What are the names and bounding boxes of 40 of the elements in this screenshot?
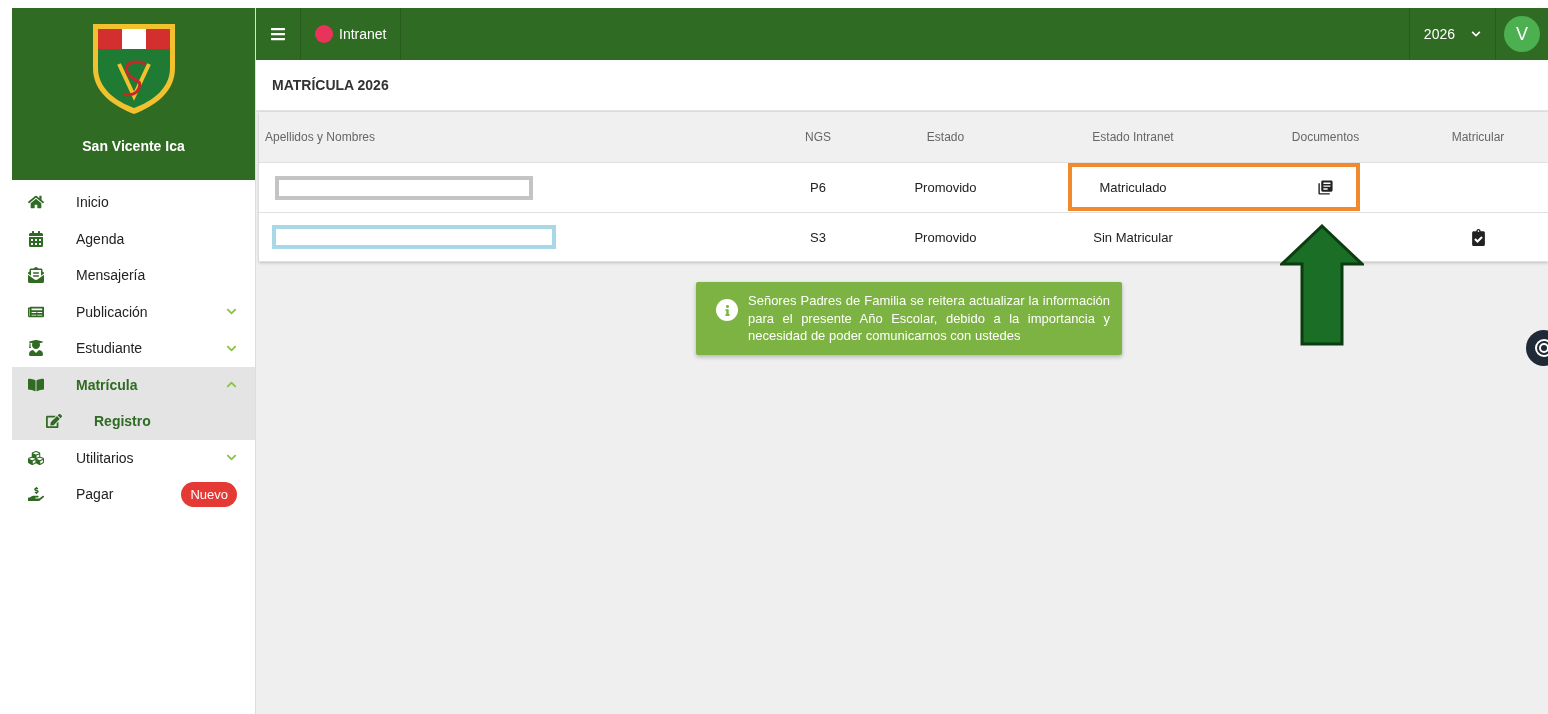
table-cell: Matriculado — [1099, 180, 1167, 195]
table-cell: Sin Matricular — [1093, 229, 1173, 245]
menu-item[interactable]: Matrícula — [12, 366, 255, 403]
column-header: NGS — [805, 130, 831, 144]
table-cell: Promovido — [914, 229, 977, 245]
menu-item[interactable]: Mensajería — [12, 257, 255, 294]
chevron-icon — [1471, 29, 1481, 39]
column-header: Documentos — [1291, 130, 1360, 144]
book-icon — [28, 376, 44, 393]
app-label[interactable]: Intranet — [339, 26, 387, 42]
page-title: MATRÍCULA 2026 — [256, 60, 1548, 112]
menu-icon[interactable] — [270, 26, 286, 42]
table-cell: P6 — [810, 180, 826, 195]
column-header: Matricular — [1451, 130, 1505, 144]
home-icon — [28, 194, 44, 211]
hand-money-icon — [28, 486, 44, 503]
menu-item[interactable]: Publicación — [12, 293, 255, 330]
column-header: Estado Intranet — [1092, 130, 1174, 144]
new-badge: Nuevo — [181, 481, 237, 507]
column-header: Apellidos y Nombres — [264, 130, 377, 144]
menu-item[interactable]: Pagar Nuevo — [12, 476, 255, 513]
menu-item[interactable]: Utilitarios — [12, 439, 255, 476]
documents-icon[interactable] — [1317, 179, 1334, 196]
envelope-icon — [28, 267, 44, 284]
table-cell: S3 — [810, 229, 826, 245]
submenu-item[interactable]: Registro — [12, 403, 255, 440]
menu-item[interactable]: Inicio — [12, 184, 255, 221]
clipboard-check-icon[interactable] — [1469, 228, 1487, 246]
table-cell: Promovido — [914, 180, 977, 195]
student-icon — [28, 340, 44, 357]
edit-icon — [46, 413, 62, 430]
menu-item[interactable]: Estudiante — [12, 330, 255, 367]
status-dot — [315, 25, 333, 43]
menu-item[interactable]: Agenda — [12, 220, 255, 257]
info-icon — [716, 299, 738, 321]
column-header: Estado — [926, 130, 965, 144]
calendar-icon — [28, 230, 44, 247]
school-name: San Vicente Ica — [82, 138, 185, 154]
cubes-icon — [28, 449, 44, 466]
notice-text: Señores Padres de Familia se reitera actualizar la información para el presente Año Escolar, debido a la importancia y necesidad de poder comunicarnos con ustedes — [748, 292, 1110, 345]
